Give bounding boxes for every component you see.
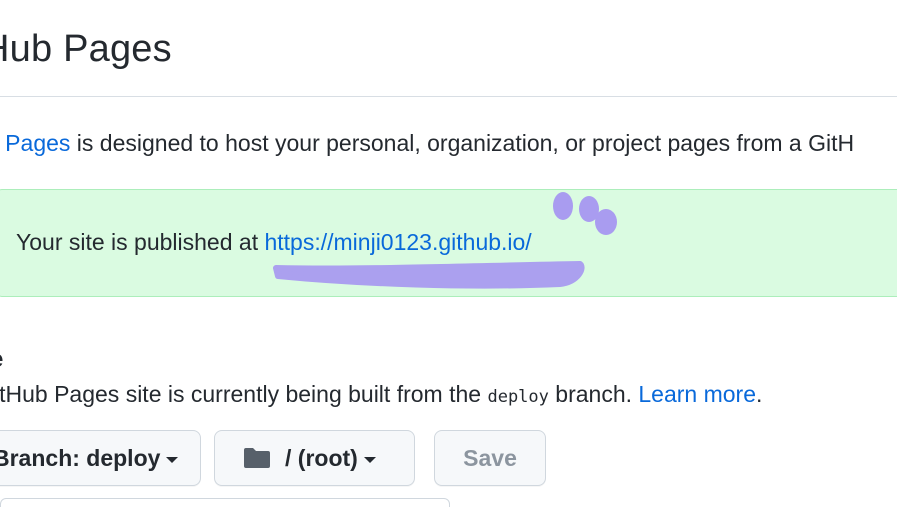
caret-down-icon [363,456,376,463]
title-divider [0,96,897,97]
source-description: itHub Pages site is currently being buil… [0,381,762,408]
save-button[interactable]: Save [434,430,546,486]
folder-select-button[interactable]: / (root) [214,430,415,486]
site-url-link[interactable]: https://minji0123.github.io/ [264,229,531,255]
published-message: Your site is published at https://minji0… [16,229,532,256]
intro-description: is designed to host your personal, organ… [70,130,855,156]
source-desc-after: branch. [548,381,639,407]
folder-icon [244,448,270,468]
branch-select-button[interactable]: Branch: deploy [0,430,201,486]
github-pages-settings: Hub Pages b Pages is designed to host yo… [0,0,897,507]
published-prefix: Your site is published at [16,229,265,255]
page-title: Hub Pages [0,28,172,70]
github-pages-link[interactable]: b Pages [0,130,70,156]
next-section-box [0,498,450,507]
branch-label: Branch: deploy [0,444,161,471]
source-desc-text: itHub Pages site is currently being buil… [0,381,488,407]
folder-label: / (root) [285,444,358,471]
source-heading: e [0,346,3,374]
learn-more-link[interactable]: Learn more [638,381,756,407]
branch-code: deploy [487,387,549,407]
period: . [756,381,763,407]
intro-text: b Pages is designed to host your persona… [0,130,854,157]
caret-down-icon [166,456,179,463]
